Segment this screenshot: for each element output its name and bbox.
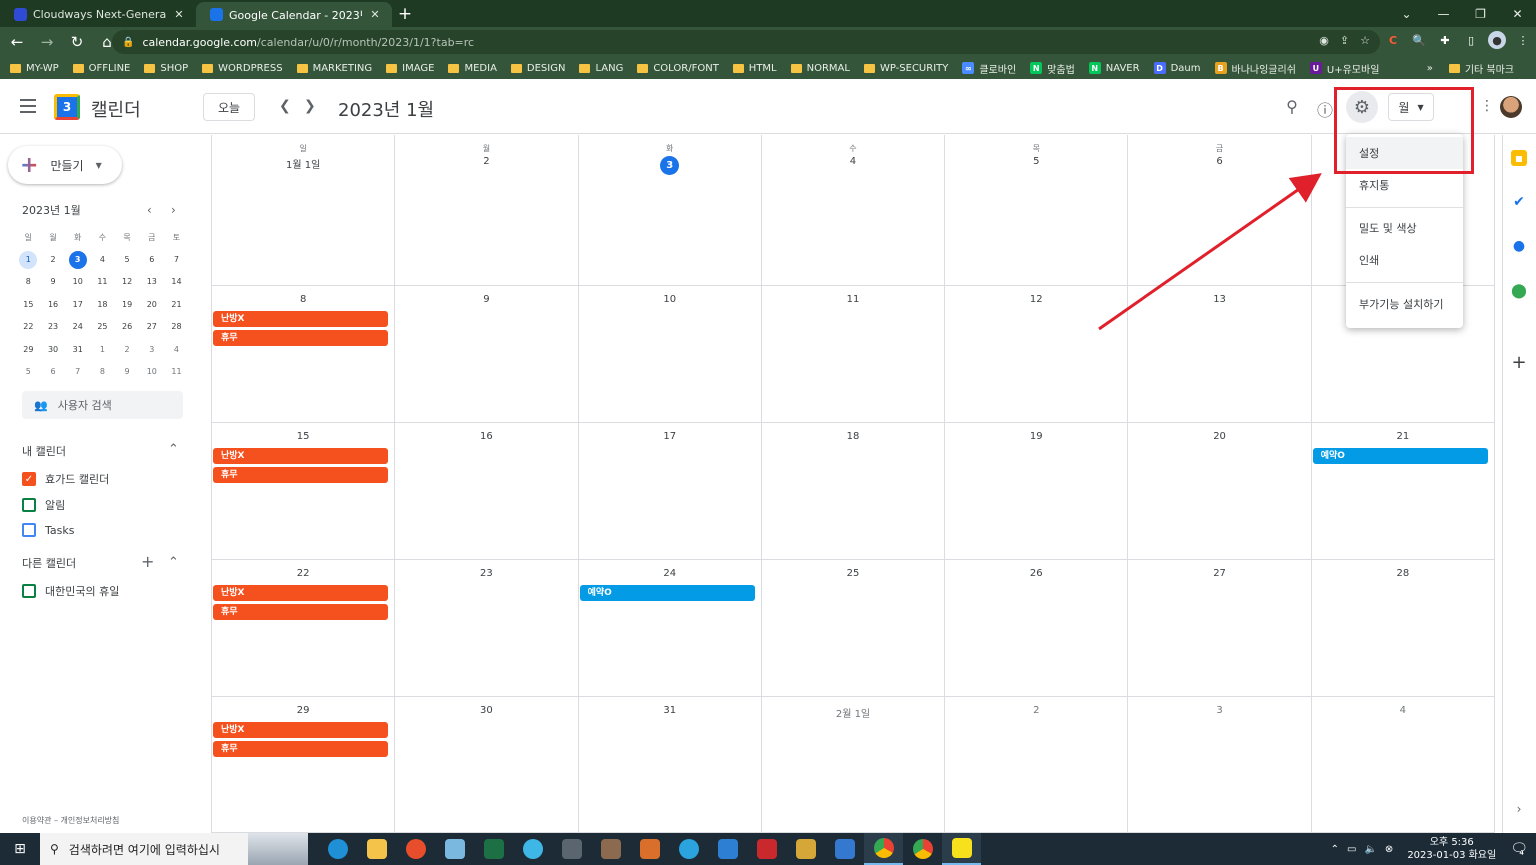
screen: Cloudways Next-Generation Clo ✕ Google C…: [0, 0, 1536, 865]
photo-app-icon[interactable]: [591, 833, 630, 865]
taskbar-apps: [318, 833, 981, 865]
excel-icon[interactable]: [474, 833, 513, 865]
filezilla-icon[interactable]: [747, 833, 786, 865]
search-icon: ⚲: [50, 842, 59, 856]
record-app-icon[interactable]: [708, 833, 747, 865]
clock-date: 2023-01-03 화요일: [1407, 850, 1497, 861]
chrome-icon-2[interactable]: [903, 833, 942, 865]
file-explorer-icon[interactable]: [357, 833, 396, 865]
puzzle-app-icon[interactable]: [786, 833, 825, 865]
taskbar-search-input[interactable]: ⚲ 검색하려면 여기에 입력하십시: [40, 833, 308, 865]
taskbar-clock[interactable]: 오후 5:36 2023-01-03 화요일: [1407, 836, 1496, 862]
edge-icon[interactable]: [318, 833, 357, 865]
system-tray: ⌃ ▭ 🔈 ⊗ 오후 5:36 2023-01-03 화요일 🗨 4: [1331, 833, 1536, 865]
annotation-arrow: [1098, 173, 1322, 331]
drive-app-icon[interactable]: [825, 833, 864, 865]
search-highlight-image-icon: [248, 833, 308, 865]
media-app-icon[interactable]: [630, 833, 669, 865]
notification-icon[interactable]: 🗨 4: [1510, 841, 1528, 857]
windows-taskbar: ⊞ ⚲ 검색하려면 여기에 입력하십시 ⌃ ▭ 🔈 ⊗ 오후 5:36 2023…: [0, 833, 1536, 865]
clock-time: 오후 5:36: [1429, 837, 1474, 848]
calculator-icon[interactable]: [552, 833, 591, 865]
taskbar-search-placeholder: 검색하려면 여기에 입력하십시: [68, 842, 220, 857]
windows-start-icon[interactable]: ⊞: [0, 841, 40, 857]
recorder-icon[interactable]: [396, 833, 435, 865]
notes-icon[interactable]: [435, 833, 474, 865]
network-icon[interactable]: ▭: [1347, 844, 1356, 855]
telegram-icon[interactable]: [669, 833, 708, 865]
volume-icon[interactable]: 🔈: [1364, 844, 1376, 855]
kakaotalk-icon[interactable]: [942, 833, 981, 865]
feather-app-icon[interactable]: [513, 833, 552, 865]
chrome-icon-1[interactable]: [864, 833, 903, 865]
ime-icon[interactable]: ⊗: [1385, 844, 1393, 855]
tray-chevron-up-icon[interactable]: ⌃: [1331, 844, 1339, 855]
notification-count: 4: [1519, 849, 1524, 857]
